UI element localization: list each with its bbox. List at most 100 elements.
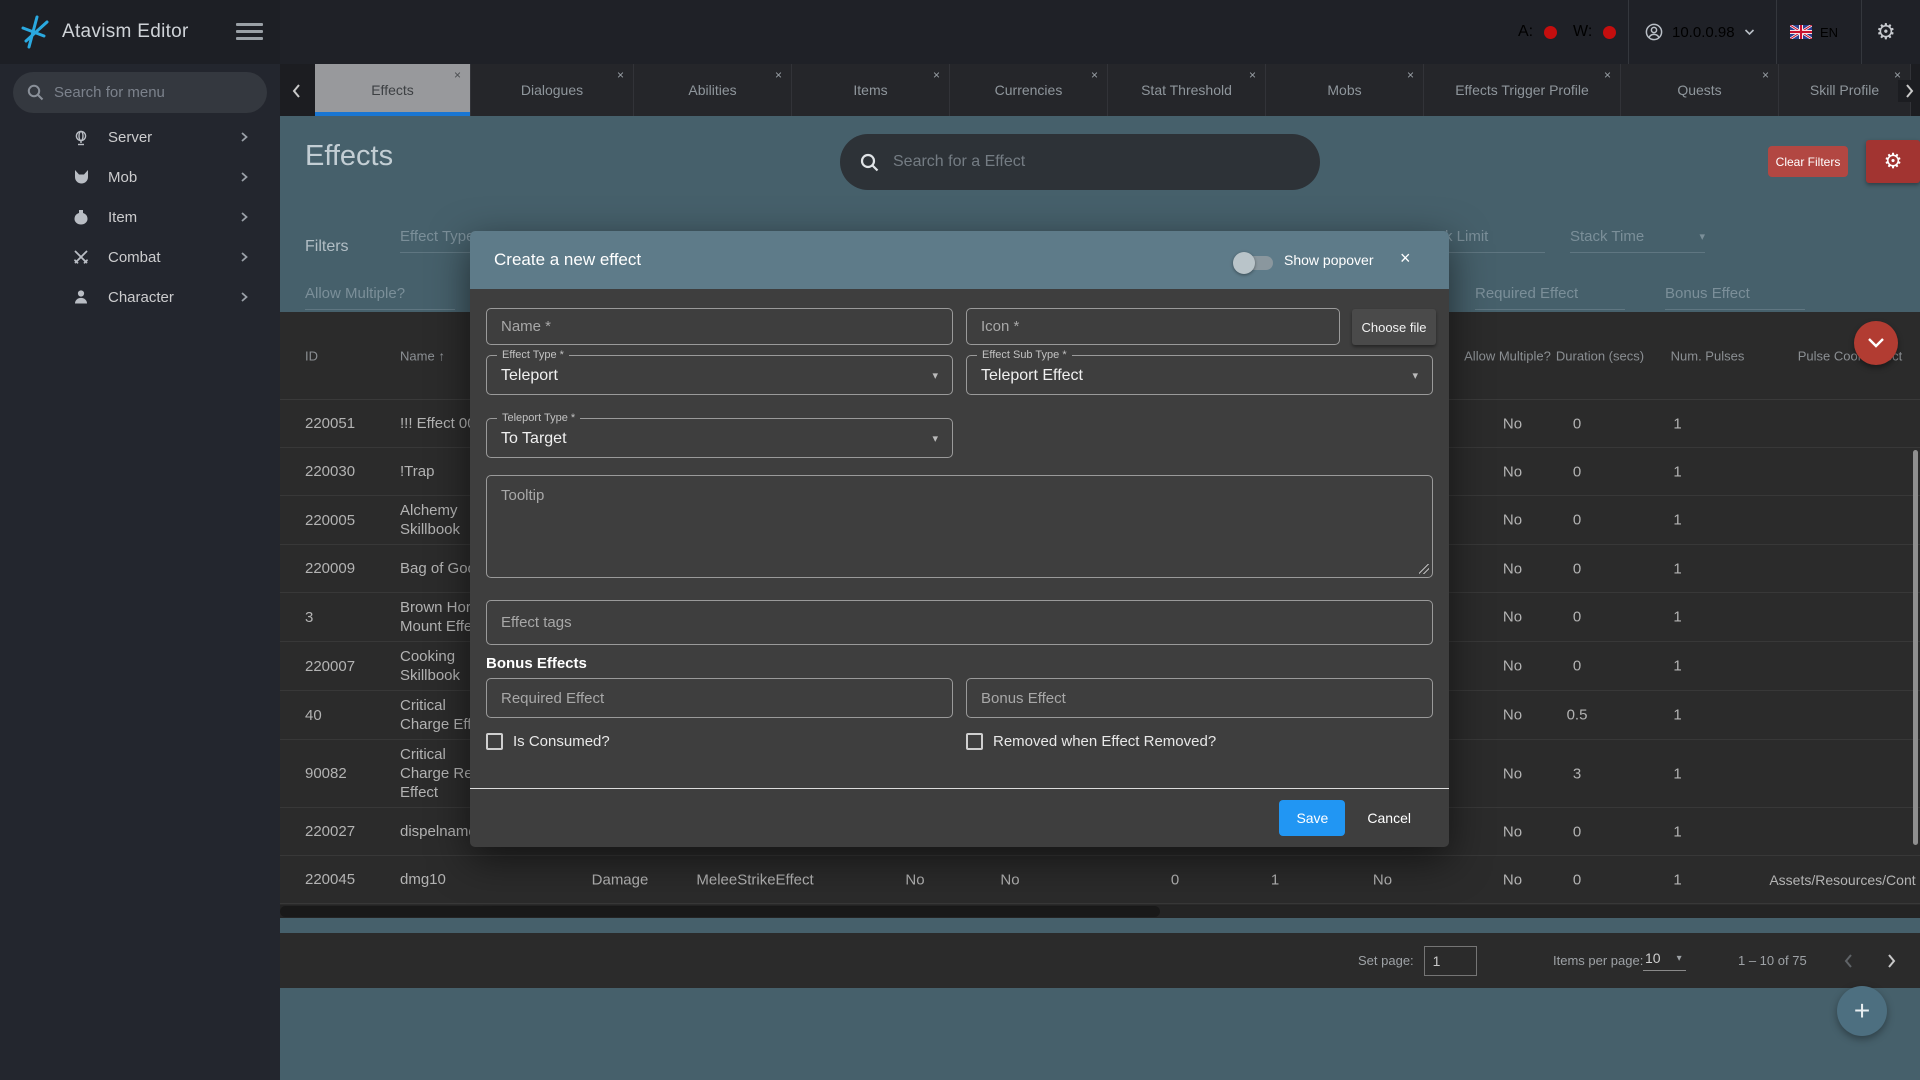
- resize-grip-icon[interactable]: [1419, 564, 1429, 574]
- chevron-down-icon: ▾: [1412, 369, 1418, 382]
- tab-dialogues[interactable]: Dialogues×: [471, 64, 634, 116]
- tab-effects-trigger-profile[interactable]: Effects Trigger Profile×: [1424, 64, 1621, 116]
- clear-filters-button[interactable]: Clear Filters: [1768, 146, 1848, 177]
- add-effect-button[interactable]: +: [1837, 986, 1887, 1036]
- close-icon[interactable]: ×: [454, 68, 461, 82]
- tab-label: Mobs: [1327, 82, 1361, 98]
- previous-page-button[interactable]: [1838, 950, 1860, 972]
- set-page-input[interactable]: [1424, 946, 1477, 976]
- column-header-name[interactable]: Name ↑: [400, 347, 445, 364]
- search-icon: [860, 153, 879, 172]
- character-icon: [72, 288, 90, 306]
- language-selector[interactable]: EN: [1790, 0, 1838, 64]
- sidebar-search-input[interactable]: [54, 84, 253, 101]
- close-icon[interactable]: ×: [775, 68, 782, 82]
- modal-footer: Save Cancel: [470, 788, 1449, 847]
- tab-mobs[interactable]: Mobs ×: [1266, 64, 1424, 116]
- icon-field[interactable]: [966, 308, 1340, 345]
- cell-duration: 3: [1532, 765, 1622, 782]
- tab-effects[interactable]: Effects×: [315, 64, 471, 116]
- effect-search-input[interactable]: [893, 153, 1300, 171]
- cell-id: 3: [305, 609, 313, 626]
- effect-sub-type-select[interactable]: Effect Sub Type * Teleport Effect ▾: [966, 355, 1433, 395]
- name-field[interactable]: [486, 308, 953, 345]
- pagination-bar: Set page: Items per page: 10 ▾ 1 – 10 of…: [280, 933, 1920, 988]
- active-tab-underline: [315, 112, 470, 116]
- tabs-scroll-right-button[interactable]: [1898, 80, 1920, 102]
- filter-allow-multiple[interactable]: Allow Multiple?: [305, 285, 455, 302]
- checkbox-icon: [486, 733, 503, 750]
- toggle-knob: [1233, 252, 1255, 274]
- table-settings-button[interactable]: ⚙: [1866, 140, 1920, 183]
- close-icon[interactable]: ×: [1407, 68, 1414, 82]
- vertical-scrollbar[interactable]: [1913, 450, 1918, 845]
- tabs-scroll-left-button[interactable]: [286, 80, 308, 102]
- tab-stat-threshold[interactable]: Stat Threshold×: [1108, 64, 1266, 116]
- tab-label: Currencies: [995, 82, 1063, 98]
- close-icon[interactable]: ×: [933, 68, 940, 82]
- is-consumed-checkbox[interactable]: Is Consumed?: [486, 733, 610, 750]
- filter-required-effect[interactable]: Required Effect: [1475, 285, 1625, 302]
- app-window: Atavism Editor A: W: 10.0.0.98: [0, 0, 1920, 1080]
- chevron-down-icon: ▾: [932, 369, 938, 382]
- save-button[interactable]: Save: [1279, 800, 1345, 836]
- cell-num_pulses: 1: [1630, 658, 1725, 675]
- tab-quests[interactable]: Quests×: [1621, 64, 1779, 116]
- close-icon[interactable]: ×: [1249, 68, 1256, 82]
- sidebar-item-item[interactable]: Item: [0, 197, 280, 237]
- sidebar-item-label: Server: [108, 129, 152, 146]
- close-icon[interactable]: ×: [1762, 68, 1769, 82]
- choose-file-button[interactable]: Choose file: [1352, 309, 1436, 345]
- sidebar-item-combat[interactable]: Combat: [0, 237, 280, 277]
- collapse-filters-button[interactable]: [1854, 321, 1898, 365]
- sidebar: Server Mob ItemCombatCharacter: [0, 64, 280, 1080]
- server-selector[interactable]: 10.0.0.98: [1645, 0, 1755, 64]
- effect-type-select[interactable]: Effect Type * Teleport ▾: [486, 355, 953, 395]
- pagination-range: 1 – 10 of 75: [1738, 953, 1807, 968]
- settings-gear-icon[interactable]: ⚙: [1876, 0, 1896, 64]
- sidebar-item-server[interactable]: Server: [0, 117, 280, 157]
- effect-search[interactable]: [840, 134, 1320, 190]
- cell-c8: 1: [1230, 871, 1320, 888]
- next-page-button[interactable]: [1880, 950, 1902, 972]
- sidebar-item-label: Mob: [108, 169, 137, 186]
- close-icon[interactable]: ×: [1091, 68, 1098, 82]
- filter-stack-time[interactable]: Stack Time▾: [1570, 228, 1705, 245]
- close-icon[interactable]: ×: [1400, 248, 1411, 269]
- hamburger-menu-icon[interactable]: [236, 23, 263, 44]
- tooltip-field[interactable]: [486, 475, 1433, 578]
- sidebar-item-character[interactable]: Character: [0, 277, 280, 317]
- bonus-effect-field[interactable]: [966, 678, 1433, 718]
- atavism-logo: [20, 14, 54, 50]
- effect-tags-field[interactable]: [486, 600, 1433, 645]
- close-icon[interactable]: ×: [1604, 68, 1611, 82]
- column-header-allow-multiple[interactable]: Allow Multiple?: [1460, 347, 1555, 364]
- cell-pulse_coordeffect: Assets/Resources/Cont: [1755, 872, 1920, 888]
- required-effect-field[interactable]: [486, 678, 953, 718]
- close-icon[interactable]: ×: [617, 68, 624, 82]
- removed-when-effect-removed-checkbox[interactable]: Removed when Effect Removed?: [966, 733, 1216, 750]
- column-header-id[interactable]: ID: [305, 347, 318, 364]
- tab-abilities[interactable]: Abilities×: [634, 64, 792, 116]
- teleport-type-select[interactable]: Teleport Type * To Target ▾: [486, 418, 953, 458]
- scrollbar-thumb[interactable]: [280, 906, 1160, 917]
- cell-duration: 0: [1532, 823, 1622, 840]
- app-title: Atavism Editor: [62, 0, 189, 64]
- tab-skill-profile[interactable]: Skill Profile×: [1779, 64, 1911, 116]
- filter-bonus-effect[interactable]: Bonus Effect: [1665, 285, 1805, 302]
- column-header-duration[interactable]: Duration (secs): [1550, 347, 1650, 364]
- cell-num_pulses: 1: [1630, 512, 1725, 529]
- show-popover-toggle[interactable]: [1235, 256, 1273, 270]
- column-header-num-pulses[interactable]: Num. Pulses: [1660, 347, 1755, 364]
- items-per-page-select[interactable]: 10 ▾: [1643, 950, 1686, 971]
- tab-items[interactable]: Items×: [792, 64, 950, 116]
- cell-c6: No: [965, 871, 1055, 888]
- sidebar-search[interactable]: [13, 72, 267, 113]
- cell-num_pulses: 1: [1630, 765, 1725, 782]
- tab-currencies[interactable]: Currencies ×: [950, 64, 1108, 116]
- table-row[interactable]: 220045dmg10DamageMeleeStrikeEffectNoNo01…: [280, 856, 1920, 904]
- horizontal-scrollbar[interactable]: [280, 905, 1920, 918]
- sidebar-item-mob[interactable]: Mob: [0, 157, 280, 197]
- show-popover-label: Show popover: [1284, 231, 1374, 289]
- cancel-button[interactable]: Cancel: [1367, 810, 1411, 826]
